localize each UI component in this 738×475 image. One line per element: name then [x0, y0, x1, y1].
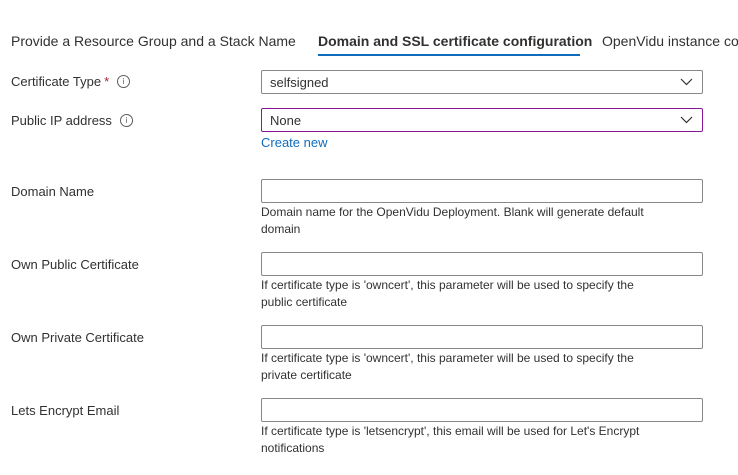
create-new-link[interactable]: Create new	[261, 134, 327, 151]
own-public-certificate-label: Own Public Certificate	[11, 257, 139, 272]
certificate-type-label: Certificate Type * i	[11, 73, 131, 91]
letsencrypt-email-help-line1: If certificate type is 'letsencrypt', th…	[261, 424, 640, 438]
public-ip-dropdown[interactable]: None	[261, 108, 703, 132]
domain-name-help-line1: Domain name for the OpenVidu Deployment.…	[261, 205, 644, 219]
own-private-certificate-input[interactable]	[261, 325, 703, 349]
public-ip-label: Public IP address i	[11, 112, 133, 130]
domain-name-input[interactable]	[261, 179, 703, 203]
own-private-certificate-label: Own Private Certificate	[11, 330, 144, 345]
letsencrypt-email-help-line2: notifications	[261, 441, 325, 455]
letsencrypt-email-help: If certificate type is 'letsencrypt', th…	[261, 423, 701, 457]
letsencrypt-email-label: Lets Encrypt Email	[11, 403, 120, 418]
own-public-certificate-help-line1: If certificate type is 'owncert', this p…	[261, 278, 634, 292]
own-private-certificate-help-line1: If certificate type is 'owncert', this p…	[261, 351, 634, 365]
tab-openvidu-instance[interactable]: OpenVidu instance co	[602, 32, 738, 50]
own-public-certificate-help: If certificate type is 'owncert', this p…	[261, 277, 701, 311]
own-private-certificate-help: If certificate type is 'owncert', this p…	[261, 350, 701, 384]
chevron-down-icon	[680, 78, 693, 86]
letsencrypt-email-input[interactable]	[261, 398, 703, 422]
info-icon[interactable]: i	[119, 114, 133, 128]
own-private-certificate-help-line2: private certificate	[261, 368, 352, 382]
tab-domain-ssl[interactable]: Domain and SSL certificate configuration	[318, 32, 592, 50]
domain-name-label: Domain Name	[11, 184, 95, 199]
certificate-type-label-text: Certificate Type	[11, 74, 102, 89]
own-public-certificate-input[interactable]	[261, 252, 703, 276]
certificate-type-dropdown[interactable]: selfsigned	[261, 70, 703, 94]
required-indicator: *	[104, 74, 110, 89]
chevron-down-icon	[680, 116, 693, 124]
own-public-certificate-help-line2: public certificate	[261, 295, 348, 309]
wizard-tabs: Provide a Resource Group and a Stack Nam…	[0, 0, 738, 58]
public-ip-value: None	[270, 113, 302, 128]
info-icon[interactable]: i	[117, 75, 131, 89]
domain-name-help-line2: domain	[261, 222, 301, 236]
tab-resource-group[interactable]: Provide a Resource Group and a Stack Nam…	[11, 32, 296, 50]
active-tab-indicator	[318, 54, 580, 56]
public-ip-label-text: Public IP address	[11, 113, 112, 128]
certificate-type-value: selfsigned	[270, 75, 329, 90]
domain-name-help: Domain name for the OpenVidu Deployment.…	[261, 204, 701, 238]
